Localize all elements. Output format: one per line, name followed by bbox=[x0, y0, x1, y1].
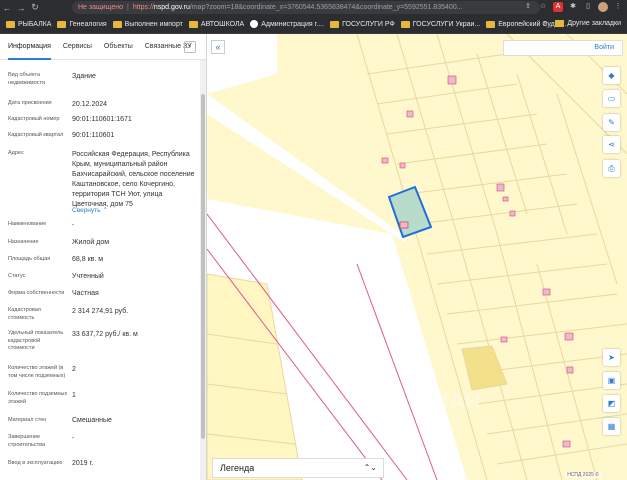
tab-objects[interactable]: Объекты bbox=[104, 34, 133, 60]
layers-icon[interactable]: ◆ bbox=[603, 67, 620, 84]
copyright-text: НСПД 2025 © bbox=[565, 472, 601, 478]
field-label: Количество этажей (в том числе подземных… bbox=[8, 365, 66, 379]
collapse-panel-button[interactable]: « bbox=[211, 40, 225, 54]
field-value: 1 bbox=[72, 392, 76, 399]
bookmark-item[interactable]: Генеалогия bbox=[57, 20, 107, 28]
profile-avatar[interactable] bbox=[598, 2, 608, 12]
url-protocol: https:// bbox=[132, 4, 154, 11]
tabs-scroll-button[interactable]: › bbox=[184, 41, 196, 53]
star-icon[interactable]: ☆ bbox=[538, 2, 548, 12]
not-secure-label[interactable]: Не защищено bbox=[78, 4, 123, 11]
field-label: Ввод в эксплуатацию bbox=[8, 460, 63, 466]
field-label: Кадастровая стоимость bbox=[8, 307, 41, 321]
browser-toolbar: ← → ↻ Не защищено | https:// nspd.gov.ru… bbox=[0, 0, 627, 15]
watermark-text: ЦИАН bbox=[417, 389, 481, 414]
field-label: Кадастровый квартал bbox=[8, 132, 64, 138]
bookmarks-bar: РЫБАЛКА Генеалогия Выполнен импорт АВТОШ… bbox=[0, 15, 627, 34]
share-page-icon[interactable]: ⇪ bbox=[523, 2, 533, 12]
sidepanel-icon[interactable]: ▯ bbox=[583, 2, 593, 12]
field-label: Завершение строительства bbox=[8, 434, 46, 448]
tab-services[interactable]: Сервисы bbox=[63, 34, 92, 60]
chevron-updown-icon: ⌃⌄ bbox=[363, 463, 377, 472]
folder-icon bbox=[400, 20, 410, 28]
login-button[interactable]: Войти bbox=[503, 40, 623, 56]
field-value: - bbox=[72, 435, 75, 442]
measure-icon[interactable]: ◩ bbox=[603, 395, 620, 412]
folder-icon bbox=[112, 20, 122, 28]
field-label: Материал стен bbox=[8, 417, 47, 423]
extensions-icon[interactable]: ✱ bbox=[568, 2, 578, 12]
info-panel: Информация Сервисы Объекты Связанные ЗУ … bbox=[0, 34, 207, 480]
field-value: Частная bbox=[72, 290, 99, 297]
bookmark-item[interactable]: РЫБАЛКА bbox=[6, 20, 51, 28]
other-bookmarks[interactable]: Другие закладки bbox=[567, 20, 621, 27]
back-icon[interactable]: ← bbox=[0, 3, 14, 13]
menu-icon[interactable]: ⋮ bbox=[613, 2, 623, 12]
folder-icon bbox=[555, 20, 565, 27]
reload-icon[interactable]: ↻ bbox=[28, 2, 42, 13]
image-icon[interactable]: ▣ bbox=[603, 372, 620, 389]
field-value: - bbox=[72, 222, 75, 229]
folder-icon bbox=[188, 20, 198, 28]
url-path: /map?zoom=18&coordinate_x=3760544.536583… bbox=[189, 4, 463, 11]
bookmark-item[interactable]: АВТОШКОЛА bbox=[188, 20, 244, 28]
field-value: Жилой дом bbox=[72, 239, 110, 246]
field-value: Российская Федерация, Республика Крым, м… bbox=[72, 151, 195, 208]
ruler-icon[interactable]: ▦ bbox=[603, 418, 620, 435]
field-value: 68,8 кв. м bbox=[72, 256, 104, 263]
globe-icon bbox=[250, 20, 259, 28]
field-label: Форма собственности bbox=[8, 290, 65, 296]
field-value: Здание bbox=[72, 73, 96, 80]
legend-label: Легенда bbox=[220, 463, 255, 473]
map-canvas[interactable]: ЦИАН « Войти ◆ ▭ ✎ ⋖ ⎙ ➤ ▣ ◩ ▦ Легенда ⌃… bbox=[207, 34, 627, 480]
card-icon[interactable]: ▭ bbox=[603, 90, 620, 107]
folder-icon bbox=[57, 20, 67, 28]
field-label: Количество подземных этажей bbox=[8, 391, 68, 405]
folder-icon bbox=[6, 20, 15, 28]
field-value: 2019 г. bbox=[72, 460, 94, 467]
locate-icon[interactable]: ➤ bbox=[603, 349, 620, 366]
field-value: 90:01:110601 bbox=[72, 132, 115, 139]
share-icon[interactable]: ⋖ bbox=[603, 136, 620, 153]
print-icon[interactable]: ⎙ bbox=[603, 160, 620, 177]
field-value: 2 314 274,91 руб. bbox=[72, 308, 129, 315]
field-label: Назначение bbox=[8, 239, 39, 245]
field-value: 20.12.2024 bbox=[72, 101, 108, 108]
field-label: Статус bbox=[8, 273, 26, 279]
folder-icon bbox=[330, 20, 340, 28]
bookmark-item[interactable]: ГОСУСЛУГИ РФ bbox=[330, 20, 395, 28]
folder-icon bbox=[486, 20, 496, 28]
field-value: 33 637,72 руб./ кв. м bbox=[72, 331, 138, 338]
field-label: Вид объекта недвижимости bbox=[8, 72, 46, 86]
edit-icon[interactable]: ✎ bbox=[603, 114, 620, 131]
field-label: Дата присвоения bbox=[8, 100, 52, 106]
field-value: 90:01:110601:1671 bbox=[72, 116, 132, 123]
land-parcel[interactable] bbox=[461, 345, 508, 391]
bookmarks-more-button[interactable]: » bbox=[543, 20, 547, 27]
field-label: Кадастровый номер bbox=[8, 116, 60, 122]
bookmark-item[interactable]: ГОСУСЛУГИ Украи... bbox=[400, 20, 480, 28]
forward-icon[interactable]: → bbox=[14, 3, 28, 13]
bookmark-item[interactable]: Администрация г.... bbox=[250, 20, 324, 28]
field-label: Адрес bbox=[8, 150, 24, 156]
field-value: Смешанные bbox=[72, 417, 112, 424]
tab-information[interactable]: Информация bbox=[8, 34, 51, 60]
collapse-link[interactable]: Свернуть ⌃ bbox=[72, 206, 197, 216]
field-value: 2 bbox=[72, 366, 76, 373]
pdf-extension-icon[interactable]: A bbox=[553, 2, 563, 12]
field-label: Удельный показатель кадастровой стоимост… bbox=[8, 330, 64, 351]
address-bar[interactable]: Не защищено | https:// nspd.gov.ru /map?… bbox=[72, 1, 540, 14]
building-footprint[interactable] bbox=[399, 221, 409, 229]
url-host: nspd.gov.ru bbox=[153, 4, 190, 11]
legend-dropdown[interactable]: Легенда ⌃⌄ bbox=[212, 458, 384, 478]
field-value: Учтенный bbox=[72, 273, 104, 280]
panel-scrollbar-thumb[interactable] bbox=[201, 94, 205, 439]
bookmark-item[interactable]: Выполнен импорт bbox=[112, 20, 183, 28]
field-label: Площадь общая bbox=[8, 256, 51, 262]
panel-tabs: Информация Сервисы Объекты Связанные ЗУ … bbox=[0, 34, 206, 60]
chevron-up-icon: ⌃ bbox=[102, 207, 108, 214]
field-label: Наименование bbox=[8, 221, 47, 227]
